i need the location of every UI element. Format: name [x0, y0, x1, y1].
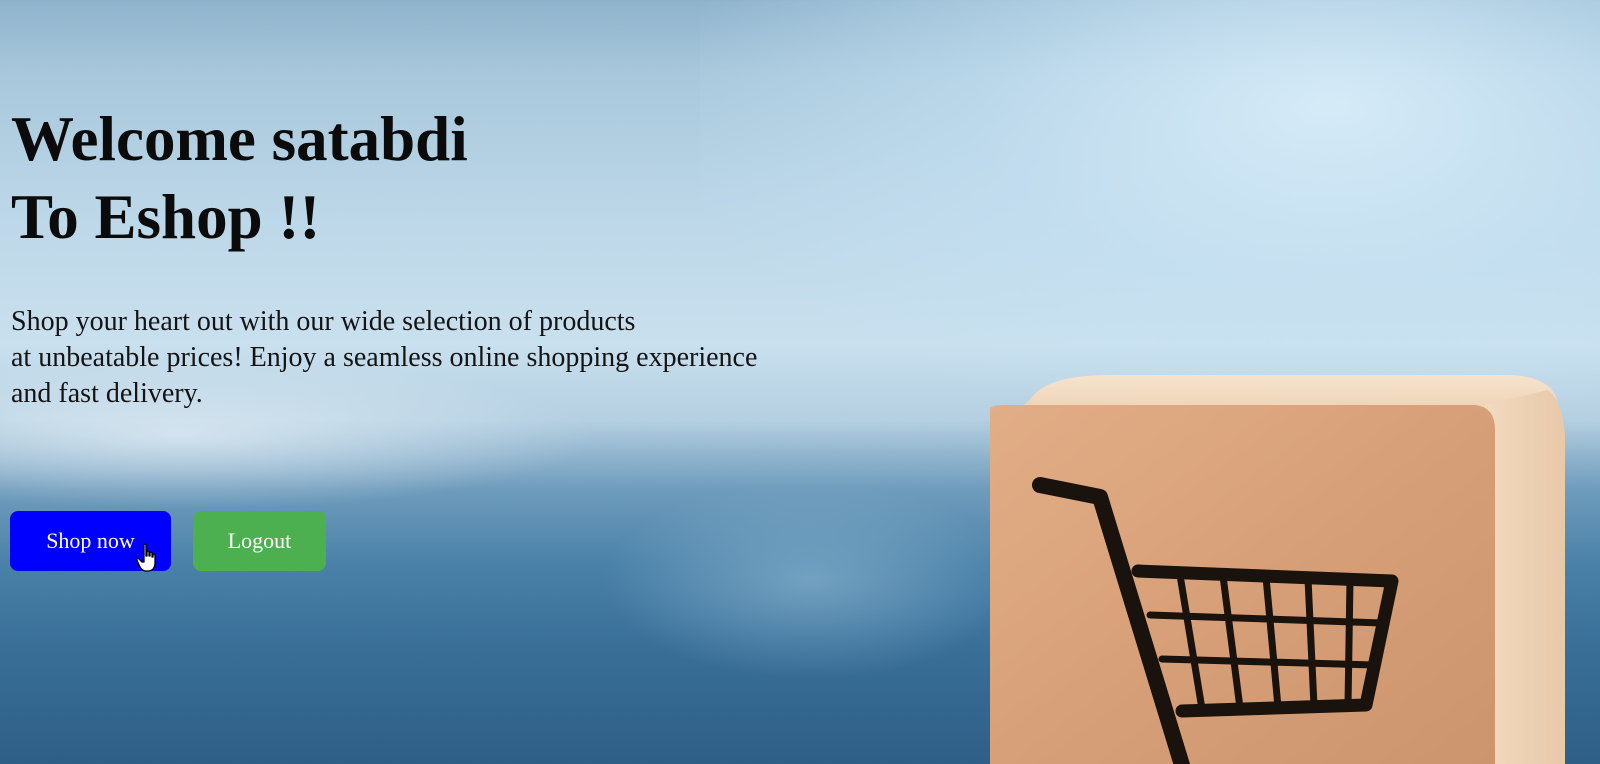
hand-pointer-icon	[136, 543, 156, 572]
hero-section: Welcome satabdi To Eshop !! Shop your he…	[11, 100, 911, 412]
hero-title-line2: To Eshop !!	[11, 182, 321, 252]
shopping-cart-block	[990, 375, 1565, 764]
shop-now-button[interactable]: Shop now	[10, 511, 171, 572]
hero-desc-line1: Shop your heart out with our wide select…	[11, 306, 636, 337]
logout-button[interactable]: Logout	[193, 511, 326, 571]
action-buttons: Shop now Logout	[10, 511, 326, 572]
shop-now-label: Shop now	[46, 528, 135, 553]
hero-description: Shop your heart out with our wide select…	[11, 304, 911, 412]
background-blur	[600, 480, 1020, 680]
hero-title: Welcome satabdi To Eshop !!	[11, 100, 911, 256]
hero-desc-line3: and fast delivery.	[11, 378, 203, 409]
hero-title-line1: Welcome satabdi	[11, 104, 468, 174]
hero-desc-line2: at unbeatable prices! Enjoy a seamless o…	[11, 342, 758, 373]
